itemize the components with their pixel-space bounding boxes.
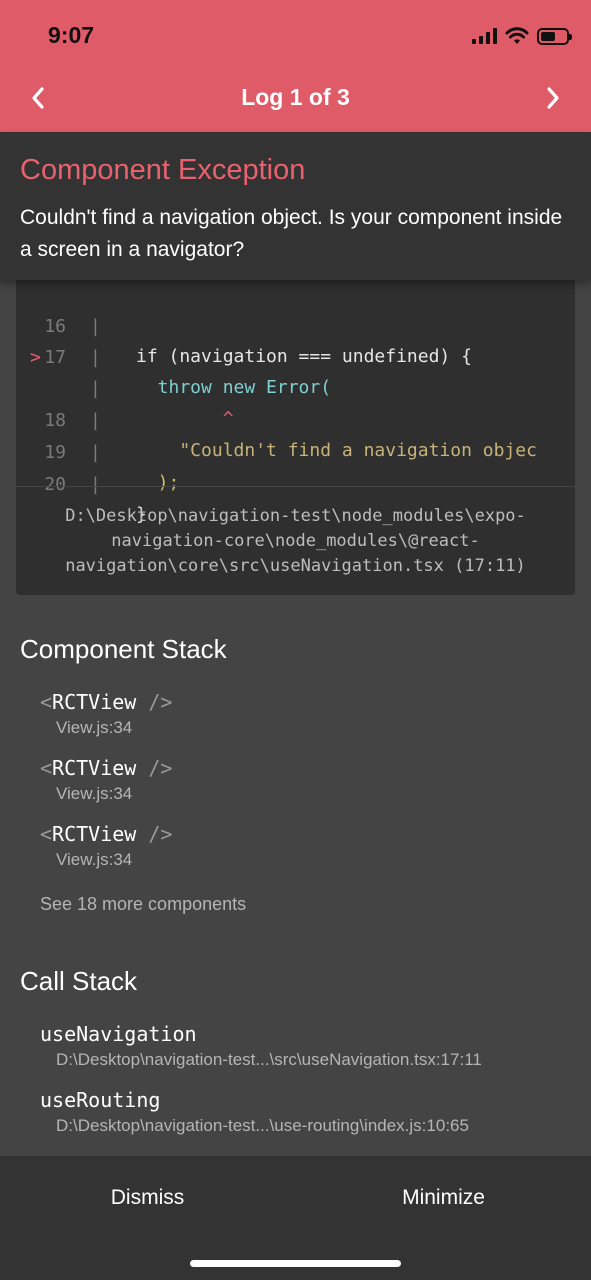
home-indicator[interactable] (190, 1260, 401, 1267)
divider (16, 486, 575, 487)
call-stack-title: Call Stack (20, 966, 138, 996)
source-file-path[interactable]: D:\Desktop\navigation-test\node_modules\… (26, 504, 565, 579)
code-line: | ^ (16, 344, 575, 429)
call-stack-frame[interactable]: useRouting D:\Desktop\navigation-test...… (40, 1088, 469, 1136)
frame-name: useNavigation (40, 1022, 197, 1046)
status-icons (472, 24, 572, 48)
header-bar: 9:07 Log 1 of 3 (0, 0, 591, 132)
footer-bar: Dismiss Minimize (0, 1156, 591, 1280)
wifi-icon (505, 27, 529, 44)
battery-fill (541, 31, 555, 41)
line-number: 20 (44, 474, 66, 495)
frame-name: useRouting (40, 1088, 161, 1112)
component-location: View.js:34 (56, 850, 133, 869)
cellular-signal-icon (472, 28, 497, 44)
component-name: <RCTView /> (40, 690, 173, 714)
code-line: 16 | if (navigation === undefined) { (16, 282, 575, 367)
component-stack-item[interactable]: <RCTView /> View.js:34 (40, 822, 172, 870)
frame-location: D:\Desktop\navigation-test...\use-routin… (56, 1116, 469, 1135)
exception-header: Component Exception Couldn't find a navi… (0, 132, 591, 280)
chevron-right-icon (547, 87, 559, 109)
frame-location: D:\Desktop\navigation-test...\src\useNav… (56, 1050, 482, 1069)
code-line: 20 | } (16, 440, 575, 525)
component-stack-title: Component Stack (20, 634, 227, 664)
gutter-bar: | (90, 474, 101, 495)
exception-title: Component Exception (20, 154, 306, 186)
status-time: 9:07 (48, 22, 95, 48)
code-line-highlighted: >17 | throw new Error( (16, 313, 575, 398)
component-stack-item[interactable]: <RCTView /> View.js:34 (40, 756, 172, 804)
code-lines: 16 | if (navigation === undefined) { >17 |… (16, 280, 575, 525)
code-text: ); (136, 472, 180, 493)
code-line: 18 | "Couldn't find a navigation objec (16, 376, 575, 461)
log-title: Log 1 of 3 (241, 84, 350, 110)
minimize-button[interactable]: Minimize (296, 1180, 591, 1216)
component-location: View.js:34 (56, 718, 133, 737)
component-stack-item[interactable]: <RCTView /> View.js:34 (40, 690, 172, 738)
see-more-components-link[interactable]: See 18 more components (40, 894, 246, 915)
exception-message: Couldn't find a navigation object. Is yo… (20, 206, 563, 261)
battery-icon (537, 27, 572, 45)
next-log-button[interactable] (535, 80, 571, 116)
dismiss-button[interactable]: Dismiss (0, 1180, 295, 1216)
code-frame[interactable]: 16 | if (navigation === undefined) { >17 |… (16, 280, 575, 595)
component-name: <RCTView /> (40, 822, 173, 846)
call-stack-frame[interactable]: useNavigation D:\Desktop\navigation-test… (40, 1022, 482, 1070)
component-name: <RCTView /> (40, 756, 173, 780)
code-line: 19 | ); (16, 408, 575, 493)
component-location: View.js:34 (56, 784, 133, 803)
